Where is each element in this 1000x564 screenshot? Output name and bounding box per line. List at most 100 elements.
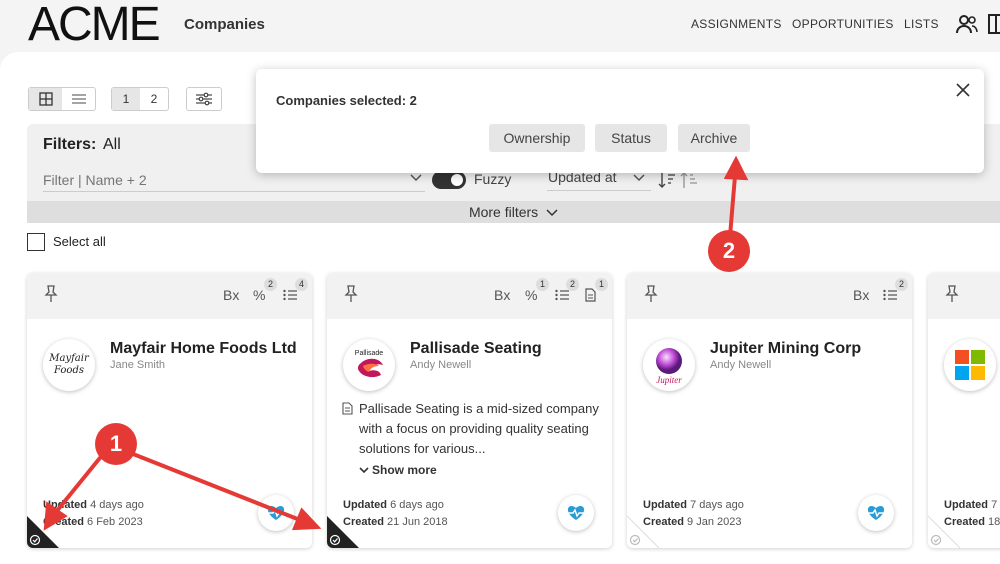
created-value: 9 Jan 2023 (687, 516, 742, 528)
company-description: Pallisade Seating is a mid-sized company… (359, 401, 599, 456)
created-value: 18 (988, 516, 1000, 528)
selected-checkbox[interactable] (327, 516, 359, 548)
pin-icon[interactable] (43, 285, 59, 303)
acme-logo[interactable]: ACME (28, 1, 161, 49)
select-all-checkbox[interactable] (27, 233, 45, 251)
status-button[interactable]: Status (595, 124, 667, 152)
nav-lists[interactable]: LISTS (904, 17, 939, 31)
window-icon[interactable] (988, 12, 1000, 36)
close-icon[interactable] (954, 81, 972, 99)
pallisade-logo: Pallisade (355, 350, 384, 378)
pin-icon[interactable] (944, 285, 960, 303)
company-card[interactable]: Updated 7 Created 18 (928, 273, 1000, 548)
document-icon[interactable] (585, 288, 596, 302)
list-badge: 2 (895, 278, 908, 291)
selected-checkbox[interactable] (27, 516, 59, 548)
selection-popup: Companies selected: 2 Ownership Status A… (256, 69, 984, 173)
filters-value: All (103, 136, 121, 153)
company-owner: Jane Smith (110, 359, 166, 371)
column-option-1[interactable]: 1 (112, 88, 140, 110)
page-title: Companies (184, 16, 265, 33)
show-more-label: Show more (372, 463, 437, 477)
top-bar: ACME Companies ASSIGNMENTS OPPORTUNITIES… (0, 0, 1000, 52)
column-toggle: 1 2 (111, 87, 169, 111)
company-logo: Pallisade (343, 339, 395, 391)
column-option-2[interactable]: 2 (140, 88, 168, 110)
company-owner: Andy Newell (410, 359, 472, 371)
grid-icon (38, 92, 53, 106)
unselected-checkbox[interactable] (928, 516, 960, 548)
heart-pulse-icon (867, 506, 885, 520)
fuzzy-label: Fuzzy (474, 171, 512, 187)
checklist-icon[interactable] (883, 289, 897, 301)
percent-icon[interactable]: % (525, 287, 537, 303)
updated-value: 6 days ago (390, 499, 444, 511)
jupiter-logo: Jupiter (656, 348, 682, 385)
more-filters-label: More filters (468, 204, 539, 220)
logo-text: Jupiter (656, 375, 682, 385)
updated-value: 4 days ago (90, 499, 144, 511)
chevron-down-icon (359, 467, 369, 474)
updated-label: Updated (343, 499, 387, 511)
chevron-down-icon (546, 209, 558, 217)
created-value: 6 Feb 2023 (87, 516, 143, 528)
unselected-checkbox[interactable] (627, 516, 659, 548)
health-button[interactable] (858, 495, 894, 531)
card-header: Bx 2 (627, 273, 912, 319)
sort-descending-icon[interactable] (658, 171, 676, 189)
company-name[interactable]: Jupiter Mining Corp (710, 340, 861, 358)
company-logo (944, 339, 996, 391)
grid-view-button[interactable] (29, 88, 62, 110)
updated-row: Updated 7 (944, 499, 997, 511)
checklist-icon[interactable] (555, 289, 569, 301)
bx-icon[interactable]: Bx (853, 287, 869, 303)
list-view-button[interactable] (62, 88, 95, 110)
company-card[interactable]: Bx % 1 2 1 Pallisade Pallisade Seating A… (327, 273, 612, 548)
selection-count: Companies selected: 2 (276, 93, 417, 108)
percent-icon[interactable]: % (253, 287, 265, 303)
nav-assignments[interactable]: ASSIGNMENTS (691, 17, 782, 31)
users-icon[interactable] (955, 12, 979, 36)
annotation-marker-2: 2 (708, 230, 750, 272)
nav-opportunities[interactable]: OPPORTUNITIES (792, 17, 894, 31)
card-header (928, 273, 1000, 319)
show-more-link[interactable]: Show more (359, 463, 437, 477)
percent-badge: 1 (536, 278, 549, 291)
list-badge: 2 (566, 278, 579, 291)
health-button[interactable] (258, 495, 294, 531)
more-filters-button[interactable]: More filters (27, 201, 1000, 223)
fuzzy-toggle[interactable] (432, 171, 466, 189)
archive-button[interactable]: Archive (678, 124, 750, 152)
settings-button[interactable] (186, 87, 222, 111)
updated-label: Updated (43, 499, 87, 511)
ownership-button[interactable]: Ownership (489, 124, 585, 152)
updated-value: 7 (991, 499, 998, 511)
updated-label: Updated (643, 499, 687, 511)
company-name[interactable]: Mayfair Home Foods Ltd (110, 340, 297, 358)
bx-icon[interactable]: Bx (494, 287, 510, 303)
sliders-icon (196, 92, 212, 106)
bx-icon[interactable]: Bx (223, 287, 239, 303)
percent-badge: 2 (264, 278, 277, 291)
updated-value: 7 days ago (690, 499, 744, 511)
updated-row: Updated 4 days ago (43, 499, 144, 511)
chevron-down-icon (633, 174, 645, 182)
health-button[interactable] (558, 495, 594, 531)
list-badge: 4 (295, 278, 308, 291)
company-logo: Mayfair Foods (43, 339, 95, 391)
microsoft-logo (955, 350, 985, 380)
logo-text: Pallisade (355, 350, 384, 357)
chevron-down-icon[interactable] (410, 174, 422, 182)
select-all-label: Select all (53, 234, 106, 249)
filters-label: Filters: (43, 136, 97, 153)
checklist-icon[interactable] (283, 289, 297, 301)
updated-label: Updated (944, 499, 988, 511)
company-card[interactable]: Bx 2 Jupiter Jupiter Mining Corp Andy Ne… (627, 273, 912, 548)
company-name[interactable]: Pallisade Seating (410, 340, 542, 358)
list-icon (71, 94, 86, 104)
pin-icon[interactable] (343, 285, 359, 303)
sort-ascending-icon[interactable] (680, 171, 698, 189)
pin-icon[interactable] (643, 285, 659, 303)
updated-row: Updated 7 days ago (643, 499, 744, 511)
company-card[interactable]: Bx % 2 4 Mayfair Foods Mayfair Home Food… (27, 273, 312, 548)
